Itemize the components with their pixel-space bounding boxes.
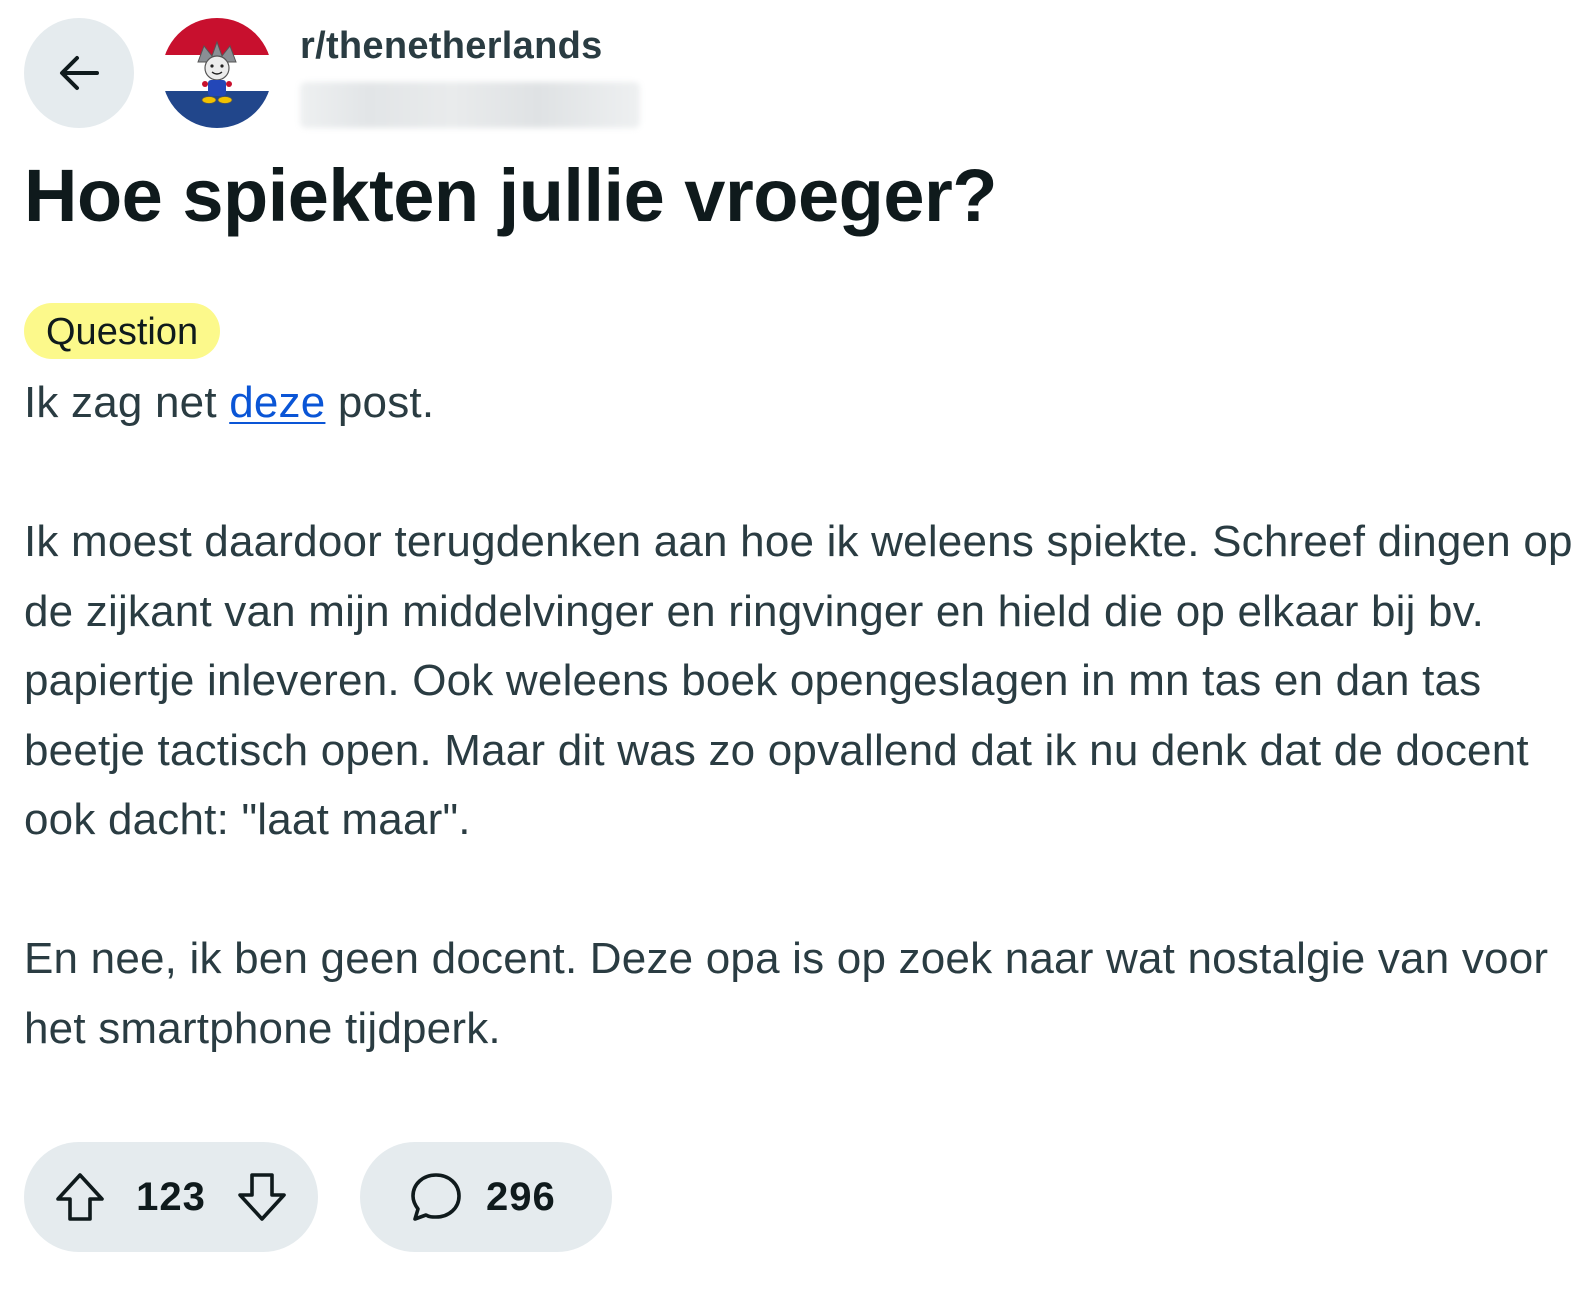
post-title: Hoe spiekten jullie vroeger? [24, 154, 997, 237]
post-paragraph: Ik moest daardoor terugdenken aan hoe ik… [24, 517, 1573, 844]
subreddit-avatar-image [162, 18, 272, 128]
back-button[interactable] [24, 18, 134, 128]
redacted-author-info [300, 82, 640, 128]
post-text: post. [325, 378, 435, 427]
post-header: r/thenetherlands [24, 18, 640, 128]
post-paragraph: En nee, ik ben geen docent. Deze opa is … [24, 934, 1549, 1053]
upvote-arrow-icon[interactable] [52, 1169, 108, 1225]
post-flair[interactable]: Question [24, 303, 221, 359]
downvote-arrow-icon[interactable] [234, 1169, 290, 1225]
vote-bar: 123 [24, 1142, 318, 1252]
subreddit-name[interactable]: r/thenetherlands [300, 16, 640, 76]
post-actions: 123 296 [24, 1142, 612, 1252]
arrow-left-icon [60, 56, 99, 90]
post-link[interactable]: deze [229, 378, 325, 427]
post-meta: r/thenetherlands [300, 18, 640, 128]
subreddit-avatar[interactable] [162, 18, 272, 128]
comments-button[interactable]: 296 [360, 1142, 612, 1252]
post-text: Ik zag net [24, 378, 230, 427]
comment-count: 296 [486, 1174, 556, 1219]
post-paragraph: Ik zag net deze post. [24, 368, 1574, 438]
comment-bubble-icon [411, 1173, 461, 1221]
vote-score: 123 [136, 1174, 206, 1219]
post-body: Ik zag net deze post. Ik moest daardoor … [24, 368, 1574, 1063]
